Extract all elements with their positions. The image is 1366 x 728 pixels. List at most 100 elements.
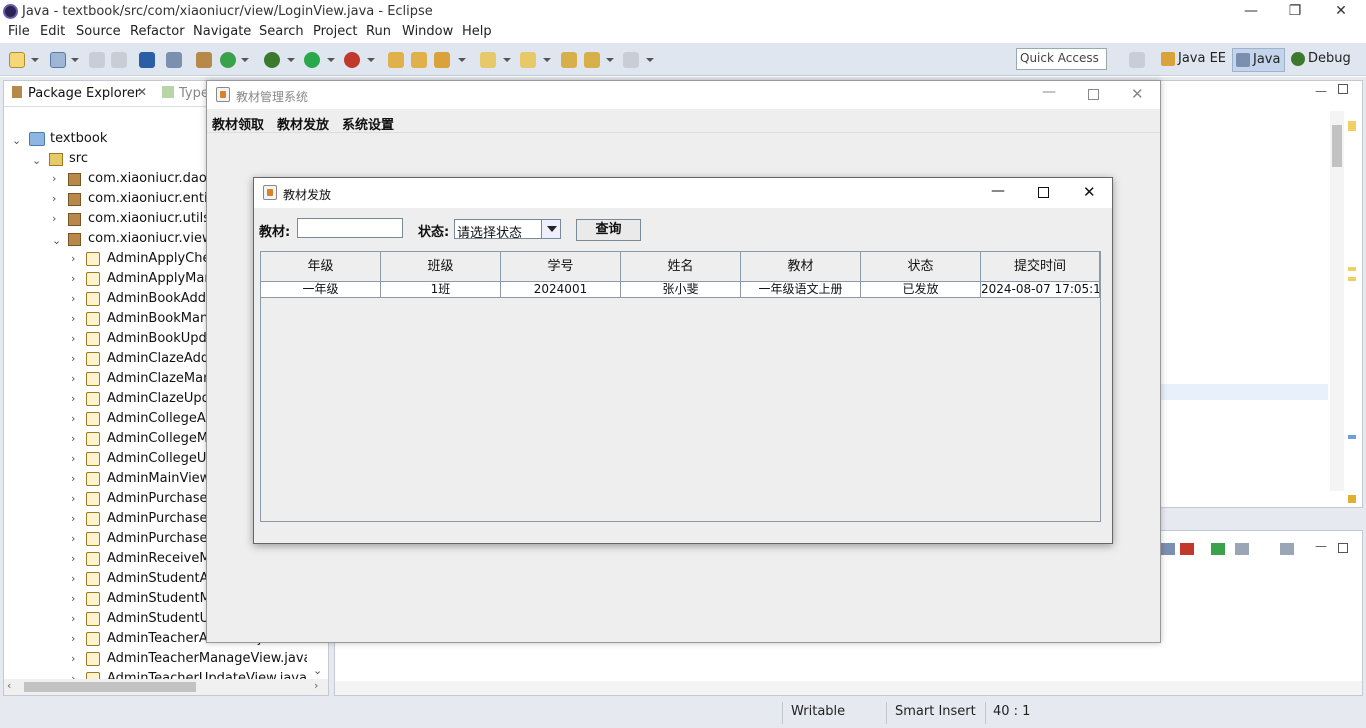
chevron-right-icon[interactable]: ›	[71, 432, 75, 445]
new-dropdown-icon[interactable]	[31, 58, 39, 62]
chevron-right-icon[interactable]: ›	[71, 512, 75, 525]
new-icon[interactable]	[9, 52, 25, 68]
maximize-icon[interactable]	[1038, 187, 1049, 198]
tree-file[interactable]: AdminBookAddV	[107, 291, 207, 306]
scrollbar-thumb[interactable]	[24, 682, 196, 692]
display-console-icon[interactable]	[1235, 543, 1249, 555]
chevron-right-icon[interactable]: ›	[71, 652, 75, 665]
restore-icon[interactable]: ❐	[1280, 2, 1310, 20]
overview-marker[interactable]	[1348, 495, 1356, 503]
close-icon[interactable]: ✕	[1326, 2, 1356, 20]
run-dropdown-icon[interactable]	[327, 58, 335, 62]
vertical-scrollbar[interactable]	[1330, 111, 1344, 491]
column-header[interactable]: 学号	[501, 252, 621, 282]
tree-file[interactable]: AdminStudentUpc	[107, 611, 207, 626]
tree-file[interactable]: AdminClazeMana	[107, 371, 207, 386]
column-header[interactable]: 教材	[741, 252, 861, 282]
menu-navigate[interactable]: Navigate	[193, 24, 251, 39]
tree-file[interactable]: AdminClazeAddV	[107, 351, 207, 366]
tree-file[interactable]: AdminStudentMa	[107, 591, 207, 606]
chevron-right-icon[interactable]: ›	[71, 292, 75, 305]
prev-annotation-dropdown-icon[interactable]	[543, 58, 551, 62]
table-cell[interactable]: 一年级语文上册	[741, 282, 861, 298]
forward-icon[interactable]	[623, 52, 639, 68]
new-project-dropdown-icon[interactable]	[71, 58, 79, 62]
overview-marker[interactable]	[1348, 277, 1356, 281]
forward-dropdown-icon[interactable]	[646, 58, 654, 62]
column-header[interactable]: 提交时间	[981, 252, 1100, 282]
next-annotation-icon[interactable]	[480, 52, 496, 68]
chevron-down-icon[interactable]	[541, 220, 560, 238]
back-icon[interactable]	[584, 52, 600, 68]
tree-file[interactable]: AdminClazeUpda	[107, 391, 207, 406]
menu-refactor[interactable]: Refactor	[130, 24, 185, 39]
tree-package[interactable]: com.xiaoniucr.utils	[88, 211, 210, 226]
maximize-view-icon[interactable]	[1338, 84, 1348, 94]
debug-dropdown-icon[interactable]	[287, 58, 295, 62]
table-cell[interactable]: 2024001	[501, 282, 621, 298]
tree-src[interactable]: src	[69, 151, 88, 166]
console-clear-icon[interactable]	[1161, 543, 1175, 555]
chevron-right-icon[interactable]: ›	[71, 612, 75, 625]
console-icon[interactable]	[139, 52, 155, 68]
tree-file[interactable]: AdminCollegeAdc	[107, 411, 207, 426]
tree-file[interactable]: AdminTeacherManageView.java	[107, 651, 307, 666]
scroll-right-icon[interactable]: ›	[314, 679, 318, 692]
external-tools-dropdown-icon[interactable]	[367, 58, 375, 62]
tree-package[interactable]: com.xiaoniucr.dao	[88, 171, 207, 186]
overview-marker[interactable]	[1348, 267, 1356, 271]
menu-distribute[interactable]: 教材发放	[277, 114, 329, 133]
chevron-right-icon[interactable]: ›	[71, 452, 75, 465]
menu-help[interactable]: Help	[462, 24, 492, 39]
tree-file[interactable]: AdminCollegeUpc	[107, 451, 207, 466]
menu-settings[interactable]: 系统设置	[342, 114, 394, 133]
new-project-icon[interactable]	[50, 52, 66, 68]
menu-run[interactable]: Run	[366, 24, 391, 39]
chevron-right-icon[interactable]: ›	[71, 532, 75, 545]
table-cell[interactable]: 2024-08-07 17:05:12	[981, 282, 1100, 298]
overview-marker[interactable]	[1348, 121, 1356, 131]
chevron-right-icon[interactable]: ›	[71, 372, 75, 385]
save-icon[interactable]	[89, 52, 105, 68]
menu-file[interactable]: File	[8, 24, 30, 39]
chevron-right-icon[interactable]: ›	[71, 492, 75, 505]
open-type-icon[interactable]	[388, 52, 404, 68]
minimize-icon[interactable]: —	[991, 183, 1005, 199]
horizontal-scrollbar[interactable]: ‹ ›	[4, 679, 328, 695]
maximize-view-icon[interactable]	[1338, 543, 1348, 553]
tree-file[interactable]: AdminApplyChec	[107, 251, 207, 266]
chevron-right-icon[interactable]: ›	[71, 632, 75, 645]
chevron-right-icon[interactable]: ›	[71, 332, 75, 345]
chevron-right-icon[interactable]: ›	[71, 472, 75, 485]
chevron-right-icon[interactable]: ›	[71, 412, 75, 425]
menu-receive[interactable]: 教材领取	[212, 114, 264, 133]
chevron-right-icon[interactable]: ›	[71, 252, 75, 265]
refresh-icon[interactable]	[220, 52, 236, 68]
open-folder-icon[interactable]	[411, 52, 427, 68]
column-header[interactable]: 状态	[861, 252, 981, 282]
debug-icon[interactable]	[264, 52, 280, 68]
scroll-left-icon[interactable]: ‹	[7, 679, 11, 692]
status-select[interactable]: 请选择状态	[454, 219, 561, 241]
chevron-right-icon[interactable]: ›	[71, 572, 75, 585]
minimize-icon[interactable]: —	[1042, 84, 1056, 100]
open-task-icon[interactable]	[434, 52, 450, 68]
save-all-icon[interactable]	[111, 52, 127, 68]
perspective-java[interactable]: Java	[1232, 48, 1286, 72]
menu-window[interactable]: Window	[402, 24, 453, 39]
tree-file[interactable]: AdminPurchaseM	[107, 511, 207, 526]
table-cell[interactable]: 张小斐	[621, 282, 741, 298]
chevron-right-icon[interactable]: ›	[52, 212, 56, 225]
last-edit-icon[interactable]	[561, 52, 577, 68]
perspective-debug[interactable]: Debug	[1288, 48, 1355, 72]
minimize-view-icon[interactable]: —	[1315, 539, 1327, 553]
build-icon[interactable]	[196, 52, 212, 68]
chevron-down-icon[interactable]: ⌄	[32, 154, 41, 167]
overview-marker[interactable]	[1348, 435, 1356, 439]
minimize-view-icon[interactable]: —	[1315, 84, 1327, 98]
chevron-right-icon[interactable]: ›	[71, 272, 75, 285]
tree-file[interactable]: AdminMainView.j	[107, 471, 207, 486]
task-dropdown-icon[interactable]	[458, 58, 466, 62]
chevron-down-icon[interactable]: ⌄	[52, 234, 61, 247]
menu-search[interactable]: Search	[259, 24, 304, 39]
